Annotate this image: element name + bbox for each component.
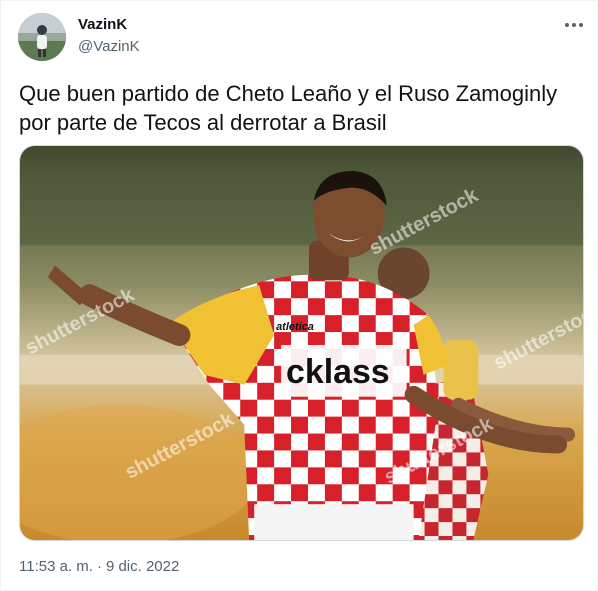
author-name[interactable]: VazinK xyxy=(78,16,127,33)
tweet-timestamp[interactable]: 11:53 a. m. · 9 dic. 2022 xyxy=(19,558,179,575)
avatar-image xyxy=(18,13,66,61)
tweet-date: 9 dic. 2022 xyxy=(105,558,180,575)
jersey-brand: atletica xyxy=(276,321,314,333)
author-handle[interactable]: @VazinK xyxy=(78,38,140,55)
timestamp-separator: · xyxy=(96,558,102,575)
jersey-sponsor: cklass xyxy=(286,353,390,391)
tweet-photo[interactable]: cklass atletica shutterstock shutterstoc… xyxy=(19,145,584,541)
tweet-time: 11:53 a. m. xyxy=(19,558,93,575)
tweet-text: Que buen partido de Cheto Leaño y el Rus… xyxy=(19,81,558,135)
author-avatar[interactable] xyxy=(18,13,66,61)
tweet-card: VazinK @VazinK Que buen partido de Cheto… xyxy=(0,0,598,591)
photo-soccer-player: cklass atletica shutterstock shutterstoc… xyxy=(20,146,583,540)
more-horizontal-icon[interactable] xyxy=(557,13,591,37)
